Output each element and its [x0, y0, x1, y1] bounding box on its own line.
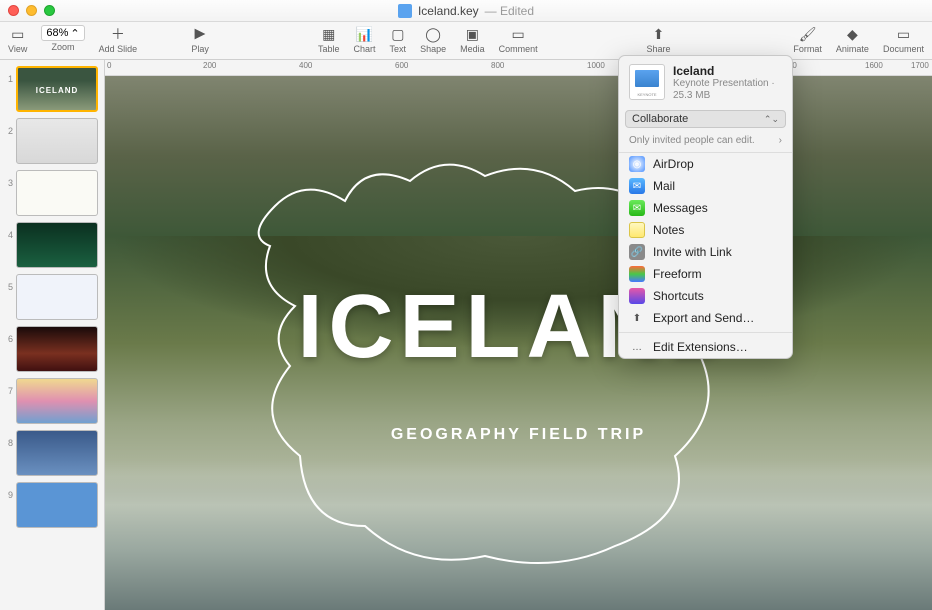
share-mail[interactable]: ✉︎ Mail	[619, 175, 792, 197]
thumb-num-2: 2	[4, 118, 16, 136]
collaborate-label: Collaborate	[632, 113, 688, 125]
share-airdrop[interactable]: ◎ AirDrop	[619, 153, 792, 175]
slide-thumbnail-1[interactable]	[16, 66, 98, 112]
slide-thumbnail-7[interactable]	[16, 378, 98, 424]
share-label: Share	[647, 44, 671, 54]
window-filename[interactable]: Iceland.key	[418, 4, 479, 18]
share-doc-meta: Keynote Presentation · 25.3 MB	[673, 78, 782, 102]
zoom-label: Zoom	[51, 42, 74, 52]
play-label: Play	[191, 44, 209, 54]
share-export-send[interactable]: ⬆︎ Export and Send…	[619, 307, 792, 329]
window-edited-label: — Edited	[485, 4, 534, 18]
animate-button[interactable]: ◆ Animate	[836, 25, 869, 54]
shortcuts-icon	[629, 288, 645, 304]
freeform-label: Freeform	[653, 267, 702, 281]
share-freeform[interactable]: Freeform	[619, 263, 792, 285]
table-label: Table	[318, 44, 340, 54]
thumb-num-8: 8	[4, 430, 16, 448]
mail-icon: ✉︎	[629, 178, 645, 194]
shape-button[interactable]: ◯ Shape	[420, 25, 446, 54]
view-label: View	[8, 44, 27, 54]
toolbar: ▭ View 68%⌃ Zoom ＋ Add Slide Play ▦ Tabl…	[0, 22, 932, 60]
link-icon: 🔗	[629, 244, 645, 260]
notes-icon	[629, 222, 645, 238]
comment-label: Comment	[499, 44, 538, 54]
freeform-icon	[629, 266, 645, 282]
maximize-button[interactable]	[44, 5, 55, 16]
share-button[interactable]: ⬆︎ Share	[647, 25, 671, 54]
text-label: Text	[390, 44, 407, 54]
export-label: Export and Send…	[653, 311, 754, 325]
mail-label: Mail	[653, 179, 675, 193]
invite-label: Invite with Link	[653, 245, 732, 259]
document-button[interactable]: ▭ Document	[883, 25, 924, 54]
view-button[interactable]: ▭ View	[8, 25, 27, 54]
export-icon: ⬆︎	[629, 310, 645, 326]
slide-thumbnail-3[interactable]	[16, 170, 98, 216]
airdrop-icon: ◎	[629, 156, 645, 172]
chart-button[interactable]: 📊 Chart	[354, 25, 376, 54]
share-messages[interactable]: ✉︎ Messages	[619, 197, 792, 219]
messages-icon: ✉︎	[629, 200, 645, 216]
slide[interactable]: ICELAND GEOGRAPHY FIELD TRIP	[105, 76, 932, 610]
horizontal-ruler: 0 200 400 600 800 1000 1200 1400 1600 17…	[105, 60, 932, 76]
text-button[interactable]: ▢ Text	[390, 25, 407, 54]
format-label: Format	[793, 44, 822, 54]
share-doc-icon	[629, 64, 665, 100]
thumb-num-6: 6	[4, 326, 16, 344]
format-button[interactable]: 🖌︎ Format	[793, 25, 822, 54]
thumb-num-5: 5	[4, 274, 16, 292]
thumb-num-3: 3	[4, 170, 16, 188]
play-button[interactable]: Play	[191, 25, 209, 54]
share-popover: Iceland Keynote Presentation · 25.3 MB C…	[618, 55, 793, 359]
table-button[interactable]: ▦ Table	[318, 25, 340, 54]
slide-thumbnail-4[interactable]	[16, 222, 98, 268]
close-button[interactable]	[8, 5, 19, 16]
add-slide-label: Add Slide	[99, 44, 138, 54]
permission-text: Only invited people can edit.	[629, 135, 755, 146]
comment-button[interactable]: ▭ Comment	[499, 25, 538, 54]
thumb-num-4: 4	[4, 222, 16, 240]
slide-navigator[interactable]: 1 2 3 4 5 6 7 8 9	[0, 60, 105, 610]
chevron-up-down-icon: ⌃⌄	[764, 114, 779, 125]
thumb-num-7: 7	[4, 378, 16, 396]
slide-thumbnail-9[interactable]	[16, 482, 98, 528]
messages-label: Messages	[653, 201, 708, 215]
shortcuts-label: Shortcuts	[653, 289, 704, 303]
shape-label: Shape	[420, 44, 446, 54]
media-label: Media	[460, 44, 485, 54]
collaborate-dropdown[interactable]: Collaborate ⌃⌄	[625, 110, 786, 128]
thumb-num-9: 9	[4, 482, 16, 500]
slide-title[interactable]: ICELAND	[105, 276, 932, 379]
slide-thumbnail-8[interactable]	[16, 430, 98, 476]
slide-thumbnail-5[interactable]	[16, 274, 98, 320]
minimize-button[interactable]	[26, 5, 37, 16]
airdrop-label: AirDrop	[653, 157, 694, 171]
zoom-control[interactable]: 68%⌃ Zoom	[41, 25, 84, 52]
share-shortcuts[interactable]: Shortcuts	[619, 285, 792, 307]
slide-thumbnail-6[interactable]	[16, 326, 98, 372]
animate-label: Animate	[836, 44, 869, 54]
window-titlebar: Iceland.key — Edited	[0, 0, 932, 22]
keynote-doc-icon	[398, 4, 412, 18]
share-notes[interactable]: Notes	[619, 219, 792, 241]
edit-ext-label: Edit Extensions…	[653, 340, 748, 354]
media-button[interactable]: ▣ Media	[460, 25, 485, 54]
zoom-value: 68%	[46, 27, 68, 39]
permissions-row[interactable]: Only invited people can edit. ›	[619, 132, 792, 152]
slide-subtitle[interactable]: GEOGRAPHY FIELD TRIP	[105, 426, 932, 444]
share-doc-title: Iceland	[673, 64, 782, 78]
notes-label: Notes	[653, 223, 684, 237]
share-invite-link[interactable]: 🔗 Invite with Link	[619, 241, 792, 263]
add-slide-button[interactable]: ＋ Add Slide	[99, 25, 138, 54]
canvas-area[interactable]: 0 200 400 600 800 1000 1200 1400 1600 17…	[105, 60, 932, 610]
thumb-num-1: 1	[4, 66, 16, 84]
document-label: Document	[883, 44, 924, 54]
extensions-icon: …	[629, 339, 645, 355]
edit-extensions[interactable]: … Edit Extensions…	[619, 336, 792, 358]
chevron-right-icon: ›	[779, 135, 782, 146]
slide-thumbnail-2[interactable]	[16, 118, 98, 164]
chart-label: Chart	[354, 44, 376, 54]
